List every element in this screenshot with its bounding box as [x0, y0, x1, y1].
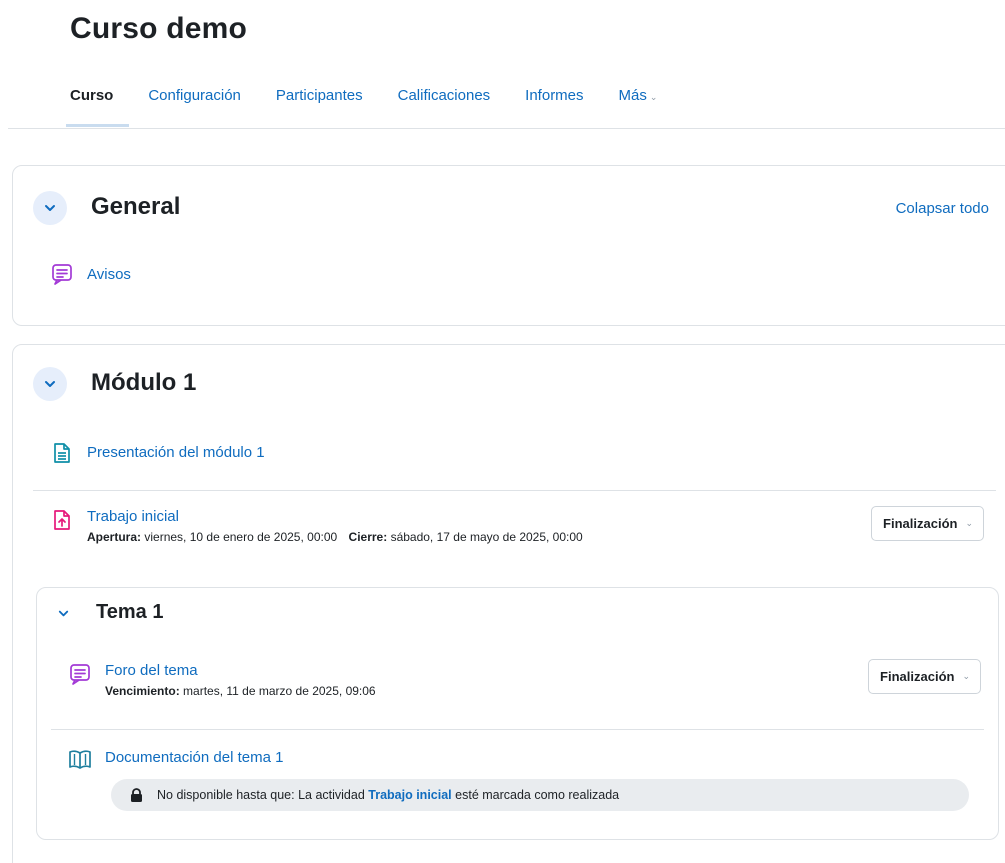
- close-date-label: Cierre:: [348, 530, 388, 544]
- activity-divider: [33, 490, 996, 491]
- open-date-label: Apertura:: [87, 530, 142, 544]
- restriction-activity-link[interactable]: Trabajo inicial: [368, 788, 451, 802]
- section-modulo-1-toggle[interactable]: [33, 367, 67, 401]
- secondary-navigation: Curso Configuración Participantes Califi…: [65, 86, 692, 127]
- due-date-label: Vencimiento:: [105, 684, 180, 698]
- section-modulo-1-title: Módulo 1: [91, 369, 197, 396]
- tab-informes[interactable]: Informes: [525, 86, 583, 108]
- tab-calificaciones[interactable]: Calificaciones: [398, 86, 491, 108]
- subsection-tema-1-title: Tema 1: [96, 601, 164, 623]
- forum-icon: [49, 261, 75, 287]
- activity-presentacion-link[interactable]: Presentación del módulo 1: [87, 443, 265, 463]
- activity-trabajo-inicial-link[interactable]: Trabajo inicial: [87, 507, 179, 527]
- section-general-toggle[interactable]: [33, 191, 67, 225]
- tab-mas[interactable]: Más ⌄: [619, 86, 658, 108]
- section-general-title: General: [91, 193, 181, 220]
- collapse-all-link[interactable]: Colapsar todo: [896, 200, 989, 217]
- activity-divider: [51, 729, 984, 730]
- subsection-tema-1: Tema 1 Foro del tema Vencimiento: martes…: [36, 587, 999, 840]
- due-date-value: martes, 11 de marzo de 2025, 09:06: [183, 684, 376, 698]
- chevron-down-icon: [45, 205, 55, 211]
- completion-label: Finalización: [883, 516, 958, 531]
- section-modulo-1: Módulo 1 Presentación del módulo 1 Traba…: [12, 344, 1005, 863]
- availability-restriction: No disponible hasta que: La actividad Tr…: [111, 779, 969, 811]
- book-icon: [67, 746, 93, 772]
- activity-documentacion-link[interactable]: Documentación del tema 1: [105, 748, 283, 768]
- tabs-divider: [8, 128, 1005, 129]
- close-date-value: sábado, 17 de mayo de 2025, 00:00: [390, 530, 583, 544]
- subsection-tema-1-toggle[interactable]: [52, 602, 74, 624]
- section-general: General Colapsar todo Avisos: [12, 165, 1005, 326]
- open-date-value: viernes, 10 de enero de 2025, 00:00: [144, 530, 338, 544]
- activity-avisos-link[interactable]: Avisos: [87, 265, 131, 285]
- tab-mas-label: Más: [618, 87, 647, 104]
- completion-dropdown-button[interactable]: Finalización ⌄: [868, 659, 981, 694]
- chevron-down-icon: ⌄: [965, 518, 973, 528]
- activity-presentacion: Presentación del módulo 1: [49, 440, 265, 466]
- lock-icon: [131, 788, 142, 802]
- forum-icon: [67, 661, 93, 687]
- page-icon: [49, 440, 75, 466]
- restriction-suffix: esté marcada como realizada: [455, 788, 620, 802]
- activity-dates: Vencimiento: martes, 11 de marzo de 2025…: [105, 684, 376, 698]
- course-title: Curso demo: [70, 12, 248, 45]
- activity-avisos: Avisos: [49, 261, 131, 287]
- completion-label: Finalización: [880, 669, 955, 684]
- assignment-icon: [49, 507, 75, 533]
- restriction-prefix: No disponible hasta que: La actividad: [157, 788, 365, 802]
- chevron-down-icon: ⌄: [649, 92, 658, 102]
- chevron-down-icon: [45, 381, 55, 387]
- tab-participantes[interactable]: Participantes: [276, 86, 363, 108]
- activity-documentacion-tema-1: Documentación del tema 1: [67, 746, 283, 772]
- activity-foro-del-tema-link[interactable]: Foro del tema: [105, 661, 198, 681]
- tab-curso[interactable]: Curso: [65, 86, 130, 127]
- tab-configuracion[interactable]: Configuración: [148, 86, 241, 108]
- chevron-down-icon: ⌄: [962, 671, 970, 681]
- activity-dates: Apertura: viernes, 10 de enero de 2025, …: [87, 530, 583, 544]
- chevron-down-icon: [58, 610, 68, 616]
- activity-foro-del-tema: Foro del tema Vencimiento: martes, 11 de…: [67, 661, 376, 698]
- completion-dropdown-button[interactable]: Finalización ⌄: [871, 506, 984, 541]
- activity-trabajo-inicial: Trabajo inicial Apertura: viernes, 10 de…: [49, 507, 583, 544]
